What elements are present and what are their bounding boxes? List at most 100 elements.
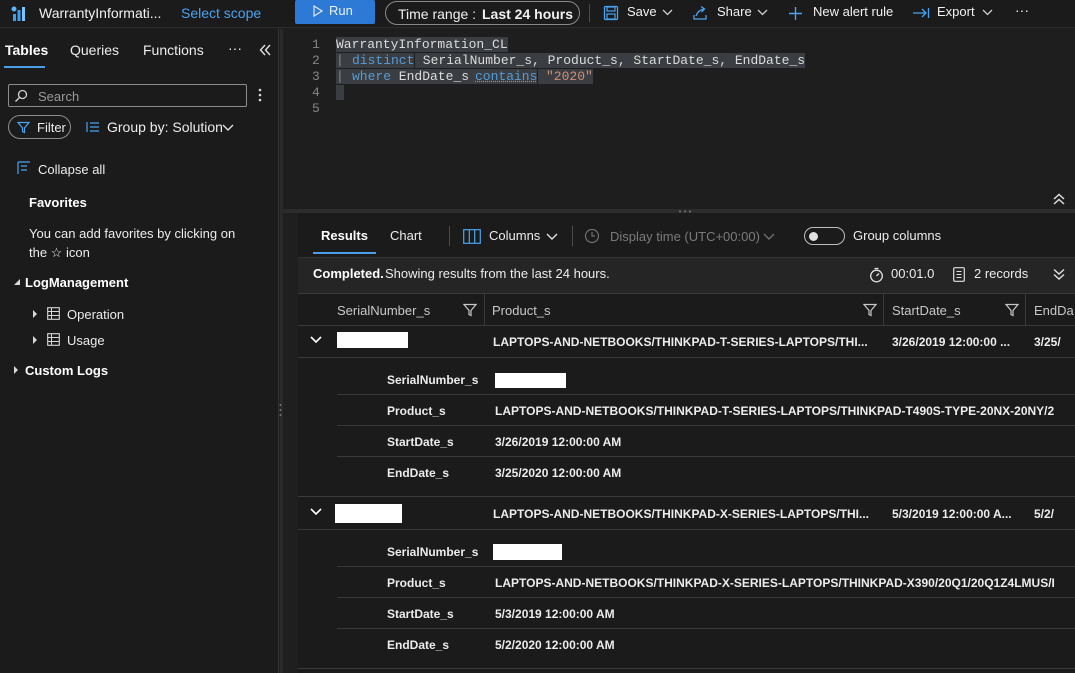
share-icon[interactable]: [692, 5, 708, 21]
detail-key: EndDate_s: [387, 466, 450, 480]
display-time-dropdown[interactable]: Display time (UTC+00:00): [610, 229, 760, 244]
top-toolbar: WarrantyInformati... Select scope Run Ti…: [0, 0, 1075, 28]
detail-divider: [337, 456, 1075, 457]
chevron-down-icon[interactable]: [222, 124, 234, 132]
chevron-down-icon[interactable]: [757, 9, 768, 16]
export-button[interactable]: Export: [937, 4, 975, 19]
filter-icon[interactable]: [1005, 303, 1019, 317]
detail-divider: [337, 597, 1075, 598]
schema-sidebar: Tables Queries Functions ··· Search Filt…: [0, 29, 279, 673]
caret-right-icon[interactable]: [32, 335, 38, 345]
caret-down-icon[interactable]: [13, 278, 21, 286]
workspace-name[interactable]: WarrantyInformati...: [39, 5, 161, 21]
detail-key: SerialNumber_s: [387, 545, 479, 559]
column-header-startdate[interactable]: StartDate_s: [892, 303, 961, 318]
code-line-3: EndDate_s: [391, 69, 477, 84]
tab-queries[interactable]: Queries: [70, 42, 119, 58]
chevron-down-icon[interactable]: [982, 9, 993, 16]
time-range-button[interactable]: Time range : Last 24 hours: [385, 1, 580, 25]
column-divider[interactable]: [883, 294, 884, 325]
tab-results[interactable]: Results: [321, 228, 368, 243]
time-range-label: Time range :: [398, 6, 477, 22]
chevron-down-icon[interactable]: [763, 233, 775, 241]
new-alert-rule-button[interactable]: New alert rule: [813, 4, 893, 19]
detail-key: SerialNumber_s: [387, 373, 479, 387]
detail-divider: [337, 425, 1075, 426]
redacted-serial: [337, 332, 408, 348]
active-tab-indicator: [4, 66, 45, 68]
tab-tables[interactable]: Tables: [5, 42, 48, 58]
group-columns-toggle[interactable]: [804, 227, 845, 245]
table-row[interactable]: LAPTOPS-AND-NETBOOKS/THINKPAD-X-SERIES-L…: [298, 499, 1075, 529]
line-number: 3: [312, 69, 320, 84]
column-header-serialnumber[interactable]: SerialNumber_s: [337, 303, 430, 318]
tree-item-usage[interactable]: Usage: [67, 333, 105, 348]
detail-value: LAPTOPS-AND-NETBOOKS/THINKPAD-X-SERIES-L…: [495, 576, 1055, 590]
more-options-button[interactable]: ···: [1015, 2, 1029, 18]
query-editor[interactable]: 1 2 3 4 5 WarrantyInformation_CL | disti…: [283, 29, 1075, 209]
row-divider: [298, 496, 1075, 497]
collapse-panel-icon[interactable]: [259, 44, 271, 56]
chevron-down-icon[interactable]: [310, 508, 322, 516]
row-details: SerialNumber_s Product_s LAPTOPS-AND-NET…: [337, 530, 1075, 658]
tree-item-operation[interactable]: Operation: [67, 307, 124, 322]
sidebar-more-button[interactable]: ···: [228, 40, 242, 56]
chevron-down-icon[interactable]: [546, 233, 558, 241]
collapse-editor-icon[interactable]: [1053, 193, 1065, 205]
filter-icon: [17, 121, 30, 134]
column-header-product[interactable]: Product_s: [492, 303, 551, 318]
filter-icon[interactable]: [463, 303, 477, 317]
code-operator: contains: [475, 69, 538, 84]
log-analytics-icon: [10, 5, 28, 23]
toggle-knob: [809, 232, 818, 241]
kebab-menu-icon[interactable]: [258, 87, 262, 103]
cell-enddate: 3/25/: [1034, 335, 1061, 349]
chevron-down-icon[interactable]: [310, 336, 322, 344]
grid-header: SerialNumber_s Product_s StartDate_s End…: [298, 293, 1075, 326]
save-icon[interactable]: [603, 5, 619, 21]
code-line-1: WarrantyInformation_CL: [336, 37, 508, 52]
line-number: 5: [312, 101, 320, 116]
cell-product: LAPTOPS-AND-NETBOOKS/THINKPAD-T-SERIES-L…: [493, 335, 868, 349]
column-divider[interactable]: [484, 294, 485, 325]
select-scope-link[interactable]: Select scope: [181, 5, 261, 21]
search-placeholder: Search: [38, 89, 80, 104]
status-text: Showing results from the last 24 hours.: [385, 266, 610, 281]
tab-chart[interactable]: Chart: [390, 228, 422, 243]
filter-button[interactable]: Filter: [8, 115, 71, 139]
redacted-serial: [495, 373, 566, 388]
filter-label: Filter: [37, 120, 66, 135]
filter-icon[interactable]: [863, 303, 877, 317]
detail-key: EndDate_s: [387, 638, 450, 652]
share-button[interactable]: Share: [717, 4, 752, 19]
detail-value: 3/25/2020 12:00:00 AM: [495, 466, 622, 480]
results-divider: [449, 226, 450, 246]
export-icon[interactable]: [912, 7, 930, 19]
active-tab-indicator: [313, 252, 376, 254]
status-completed: Completed.: [313, 266, 384, 281]
line-number: 4: [312, 85, 320, 100]
detail-key: Product_s: [387, 576, 446, 590]
collapse-rows-icon[interactable]: [1053, 268, 1065, 280]
save-button[interactable]: Save: [627, 4, 657, 19]
collapse-all-button[interactable]: Collapse all: [38, 162, 105, 177]
caret-right-icon[interactable]: [13, 365, 19, 375]
plus-icon[interactable]: [788, 6, 803, 21]
columns-button[interactable]: Columns: [489, 228, 540, 243]
group-by-dropdown[interactable]: Group by: Solution: [107, 119, 223, 135]
caret-right-icon[interactable]: [32, 309, 38, 319]
redacted-serial: [493, 544, 562, 560]
table-row[interactable]: LAPTOPS-AND-NETBOOKS/THINKPAD-T-SERIES-L…: [298, 327, 1075, 357]
row-divider: [298, 668, 1075, 669]
results-pane: Results Chart Columns Display time (UTC+…: [298, 213, 1075, 673]
run-button[interactable]: Run: [295, 0, 375, 24]
tab-functions[interactable]: Functions: [143, 42, 204, 58]
chevron-down-icon[interactable]: [662, 9, 673, 16]
detail-key: StartDate_s: [387, 607, 454, 621]
column-header-enddate[interactable]: EndDa: [1034, 303, 1074, 318]
tree-log-management[interactable]: LogManagement: [25, 275, 128, 290]
splitter-grip-icon[interactable]: [279, 403, 282, 417]
column-divider[interactable]: [1025, 294, 1026, 325]
search-input[interactable]: Search: [8, 84, 247, 107]
tree-custom-logs[interactable]: Custom Logs: [25, 363, 108, 378]
